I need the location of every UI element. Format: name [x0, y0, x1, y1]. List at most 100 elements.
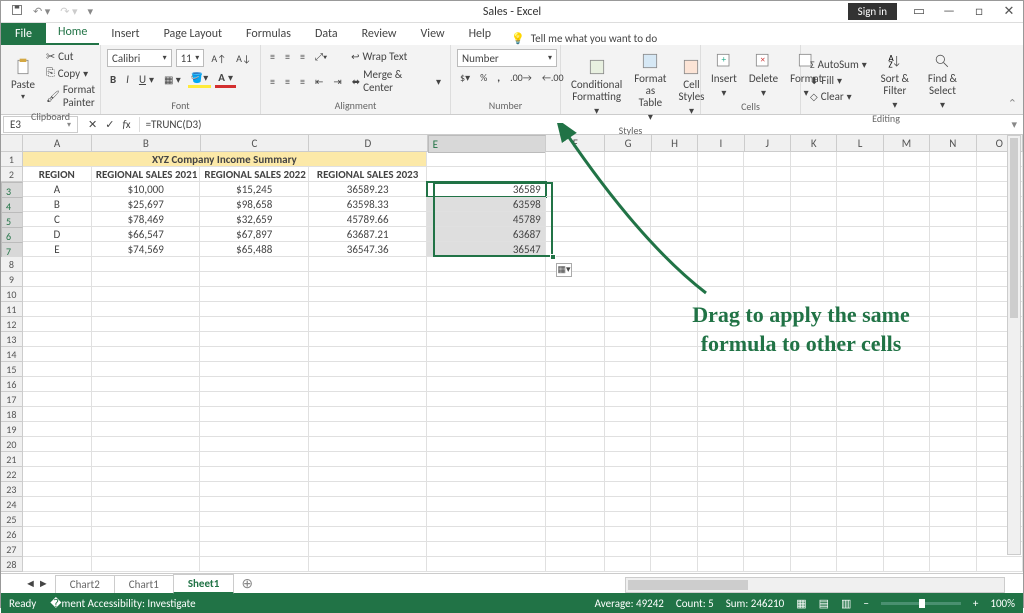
cell[interactable]	[546, 227, 605, 242]
cell[interactable]	[744, 227, 790, 242]
cell[interactable]	[698, 167, 744, 182]
align-right-icon[interactable]: ≡	[297, 74, 308, 89]
column-header[interactable]: M	[884, 135, 930, 151]
cell[interactable]	[605, 167, 651, 182]
cell[interactable]	[791, 437, 837, 452]
cell[interactable]	[744, 272, 790, 287]
cell[interactable]	[698, 452, 744, 467]
cell[interactable]	[427, 467, 545, 482]
cell[interactable]	[930, 182, 976, 197]
cell[interactable]	[791, 227, 837, 242]
cell[interactable]	[791, 287, 837, 302]
cell[interactable]	[427, 422, 545, 437]
cell[interactable]	[427, 527, 545, 542]
cell[interactable]	[744, 437, 790, 452]
cell[interactable]	[837, 302, 883, 317]
cell[interactable]	[651, 212, 697, 227]
cell[interactable]	[930, 497, 976, 512]
cell[interactable]	[605, 362, 651, 377]
cell[interactable]	[791, 182, 837, 197]
column-header[interactable]: L	[837, 135, 883, 151]
cell[interactable]	[930, 422, 976, 437]
column-header[interactable]: B	[92, 135, 201, 151]
copy-button[interactable]: ⎘Copy ▾	[43, 65, 98, 81]
cell[interactable]	[744, 527, 790, 542]
cell[interactable]	[884, 512, 930, 527]
cell[interactable]	[837, 497, 883, 512]
cell[interactable]	[92, 257, 201, 272]
align-center-icon[interactable]: ≡	[282, 74, 293, 89]
cell[interactable]	[309, 452, 427, 467]
cell[interactable]	[200, 257, 309, 272]
cell[interactable]: $74,569	[92, 242, 201, 257]
cell[interactable]	[546, 212, 605, 227]
cell[interactable]	[200, 302, 309, 317]
enter-formula-icon[interactable]: ✓	[105, 118, 114, 131]
cell[interactable]	[200, 437, 309, 452]
cell[interactable]	[200, 422, 309, 437]
cell[interactable]	[23, 332, 92, 347]
cell[interactable]	[698, 272, 744, 287]
cell[interactable]	[884, 557, 930, 572]
zoom-slider[interactable]	[881, 602, 961, 605]
cell[interactable]	[698, 332, 744, 347]
cell[interactable]	[427, 332, 545, 347]
cell[interactable]	[651, 227, 697, 242]
cell[interactable]	[837, 197, 883, 212]
row-header[interactable]: 8	[1, 257, 23, 272]
cell[interactable]	[605, 437, 651, 452]
cell[interactable]: 63598	[427, 197, 545, 212]
cell[interactable]	[92, 542, 201, 557]
cell[interactable]	[930, 212, 976, 227]
row-header[interactable]: 24	[1, 497, 23, 512]
cell[interactable]	[427, 302, 545, 317]
cell[interactable]	[200, 512, 309, 527]
cell[interactable]	[200, 272, 309, 287]
cell[interactable]	[605, 377, 651, 392]
cell[interactable]	[698, 497, 744, 512]
bold-button[interactable]: B	[107, 72, 119, 87]
cell[interactable]	[427, 152, 545, 167]
cell[interactable]	[930, 197, 976, 212]
cell[interactable]	[309, 392, 427, 407]
cell[interactable]	[837, 287, 883, 302]
format-as-table-button[interactable]: Format as Table▾	[630, 49, 670, 124]
cell[interactable]	[23, 407, 92, 422]
accounting-format-icon[interactable]: $▾	[457, 70, 473, 85]
cell[interactable]	[837, 347, 883, 362]
cell[interactable]	[698, 152, 744, 167]
cell[interactable]	[930, 512, 976, 527]
spreadsheet-grid[interactable]: ABCDEFGHIJKLMNO 1XYZ Company Income Summ…	[1, 135, 1023, 573]
cell[interactable]	[92, 422, 201, 437]
align-bottom-icon[interactable]: ≡	[297, 49, 308, 64]
cell[interactable]: A	[23, 182, 92, 197]
sort-filter-button[interactable]: AZSort & Filter▾	[874, 49, 916, 112]
cell[interactable]	[791, 242, 837, 257]
cell[interactable]	[427, 347, 545, 362]
cell[interactable]	[605, 197, 651, 212]
cell[interactable]	[791, 467, 837, 482]
cell[interactable]	[744, 152, 790, 167]
cell[interactable]	[23, 317, 92, 332]
cell[interactable]	[744, 167, 790, 182]
hscroll-thumb[interactable]	[628, 580, 748, 590]
cell[interactable]	[546, 467, 605, 482]
cell[interactable]	[651, 407, 697, 422]
cell[interactable]	[546, 497, 605, 512]
cell[interactable]	[546, 482, 605, 497]
cell[interactable]	[200, 557, 309, 572]
cell[interactable]	[698, 437, 744, 452]
cell[interactable]	[427, 452, 545, 467]
cell[interactable]	[309, 407, 427, 422]
row-header[interactable]: 23	[1, 482, 23, 497]
cell[interactable]	[698, 257, 744, 272]
view-tab[interactable]: View	[409, 23, 457, 45]
cell[interactable]	[605, 287, 651, 302]
cell[interactable]	[837, 212, 883, 227]
cell[interactable]	[651, 497, 697, 512]
cell[interactable]	[546, 362, 605, 377]
cell[interactable]	[791, 482, 837, 497]
cell[interactable]	[23, 302, 92, 317]
cell[interactable]	[546, 377, 605, 392]
cell[interactable]	[930, 287, 976, 302]
